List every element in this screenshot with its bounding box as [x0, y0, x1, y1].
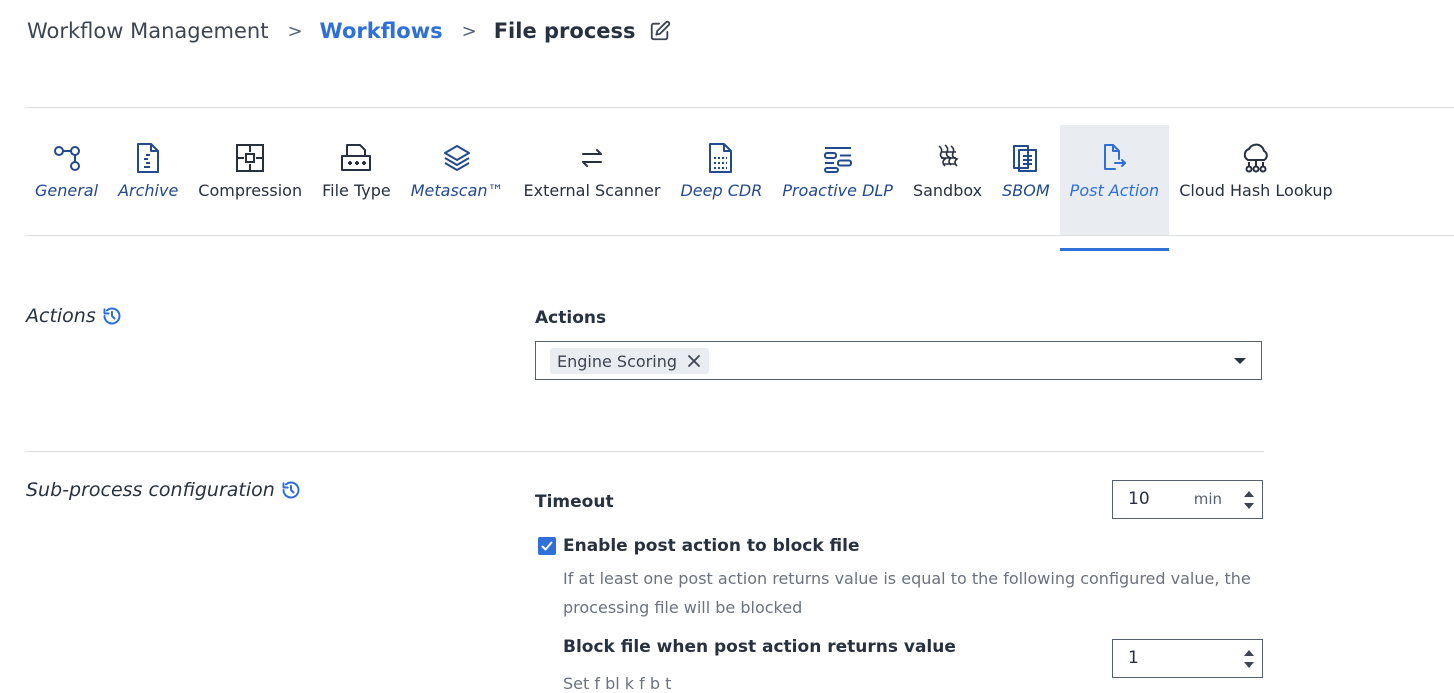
- tab-label: Cloud Hash Lookup: [1179, 181, 1333, 200]
- breadcrumb-separator: >: [461, 20, 477, 42]
- block-value-input[interactable]: 1: [1112, 639, 1263, 678]
- enable-block-checkbox[interactable]: [538, 537, 556, 555]
- decrement-icon[interactable]: [1243, 661, 1254, 668]
- tab-label: Proactive DLP: [782, 181, 893, 200]
- tab-file-type[interactable]: File Type: [312, 125, 401, 235]
- tab-archive[interactable]: Archive: [108, 125, 188, 235]
- breadcrumb-root[interactable]: Workflow Management: [27, 19, 268, 43]
- enable-block-description: If at least one post action returns valu…: [563, 569, 1251, 617]
- tab-metascan[interactable]: Metascan™: [401, 125, 514, 235]
- actions-section-title: Actions: [26, 305, 122, 327]
- tab-label: Sandbox: [912, 181, 983, 200]
- timeout-label: Timeout: [535, 492, 614, 512]
- header-divider: [25, 107, 1454, 108]
- breadcrumb: Workflow Management > Workflows > File p…: [27, 16, 671, 46]
- tab-sandbox[interactable]: Sandbox: [903, 125, 992, 235]
- increment-icon[interactable]: [1243, 490, 1254, 497]
- file-type-icon: [339, 141, 373, 175]
- workflow-tabs: General Archive Compression File Type Me…: [25, 125, 1343, 251]
- checkmark-icon: [541, 541, 553, 551]
- actions-multiselect[interactable]: Engine Scoring: [535, 341, 1262, 380]
- history-reset-icon[interactable]: [281, 480, 301, 500]
- remove-chip-icon[interactable]: [687, 354, 701, 368]
- edit-icon[interactable]: [649, 20, 671, 42]
- tab-external-scanner[interactable]: External Scanner: [514, 125, 671, 235]
- tab-label: Archive: [118, 181, 179, 200]
- decrement-icon[interactable]: [1243, 502, 1254, 509]
- chevron-down-icon[interactable]: [1234, 358, 1246, 364]
- swap-arrows-icon: [575, 141, 609, 175]
- section-title-text: Sub-process configuration: [26, 479, 275, 501]
- block-value-stepper[interactable]: [1235, 640, 1262, 677]
- compress-icon: [233, 141, 267, 175]
- tab-label: File Type: [322, 181, 391, 200]
- breadcrumb-workflows-link[interactable]: Workflows: [320, 19, 443, 43]
- layers-icon: [440, 141, 474, 175]
- tab-label: Compression: [198, 181, 303, 200]
- timeout-stepper[interactable]: [1235, 481, 1262, 518]
- dlp-icon: [821, 141, 855, 175]
- page-title: File process: [493, 19, 636, 43]
- section-title-text: Actions: [26, 305, 96, 327]
- timeout-input[interactable]: 10 min: [1112, 480, 1263, 519]
- increment-icon[interactable]: [1243, 649, 1254, 656]
- block-value: 1: [1128, 648, 1139, 668]
- tab-label: External Scanner: [523, 181, 661, 200]
- timeout-unit: min: [1193, 490, 1222, 508]
- breadcrumb-separator: >: [287, 20, 303, 42]
- block-value-label: Block file when post action returns valu…: [563, 637, 956, 657]
- sbom-icon: [1009, 141, 1043, 175]
- actions-field-label: Actions: [535, 308, 607, 328]
- block-value-description: Set f bl k f b t: [563, 674, 672, 693]
- tab-post-action[interactable]: Post Action: [1059, 125, 1170, 251]
- enable-block-label[interactable]: Enable post action to block file: [563, 536, 860, 556]
- tab-label: General: [35, 181, 99, 200]
- tab-deep-cdr[interactable]: Deep CDR: [670, 125, 772, 235]
- tabs-divider: [25, 235, 1454, 236]
- cloud-network-icon: [1239, 141, 1273, 175]
- tab-proactive-dlp[interactable]: Proactive DLP: [772, 125, 903, 235]
- section-divider: [25, 451, 1264, 452]
- branch-icon: [50, 141, 84, 175]
- subprocess-section-title: Sub-process configuration: [26, 479, 301, 501]
- chip-label: Engine Scoring: [557, 351, 677, 371]
- tab-sbom[interactable]: SBOM: [992, 125, 1060, 235]
- post-action-icon: [1097, 141, 1131, 175]
- tab-label: Deep CDR: [680, 181, 763, 200]
- deep-cdr-icon: [704, 141, 738, 175]
- tab-label: Metascan™: [410, 181, 504, 200]
- tab-label: Post Action: [1069, 181, 1160, 200]
- tab-general[interactable]: General: [25, 125, 108, 235]
- archive-file-icon: [131, 141, 165, 175]
- selected-action-chip: Engine Scoring: [550, 348, 709, 374]
- history-reset-icon[interactable]: [102, 306, 122, 326]
- tab-compression[interactable]: Compression: [188, 125, 312, 235]
- tab-label: SBOM: [1002, 181, 1050, 200]
- tab-cloud-hash-lookup[interactable]: Cloud Hash Lookup: [1169, 125, 1342, 235]
- timeout-value: 10: [1128, 489, 1150, 509]
- sandbox-icon: [931, 141, 965, 175]
